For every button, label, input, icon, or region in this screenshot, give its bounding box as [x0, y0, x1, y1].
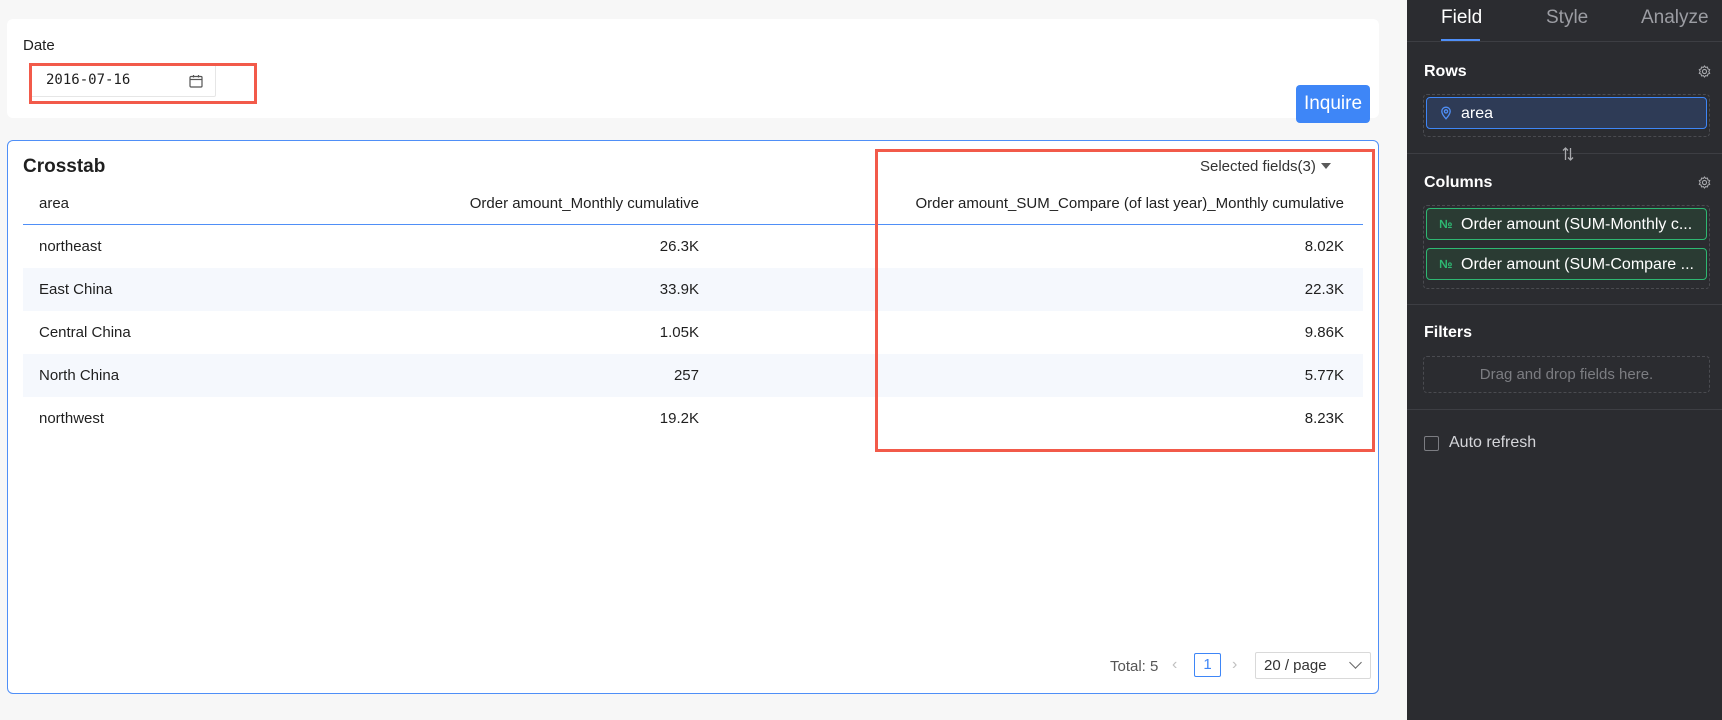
cell-monthly: 257 [673, 367, 699, 384]
cell-monthly: 1.05K [659, 324, 699, 341]
filters-section-title: Filters [1424, 324, 1473, 341]
date-highlight-box [29, 63, 257, 104]
cell-monthly: 33.9K [659, 281, 699, 298]
pagination-total: Total: 5 [1110, 658, 1159, 675]
section-divider [1407, 304, 1722, 305]
field-panel: Field Style Analyze Rows area Columns № … [1407, 0, 1722, 720]
rows-section-title: Rows [1424, 63, 1467, 80]
columns-drop-zone[interactable]: № Order amount (SUM-Monthly c... № Order… [1423, 205, 1710, 289]
filters-drop-zone[interactable]: Drag and drop fields here. [1423, 356, 1710, 393]
columns-field-pill[interactable]: № Order amount (SUM-Compare ... [1426, 248, 1707, 280]
gear-icon[interactable] [1698, 176, 1711, 189]
header-area[interactable]: area [39, 195, 69, 212]
panel-tabs: Field Style Analyze [1407, 0, 1722, 42]
report-canvas: Date 2016-07-16 Inquire Crosstab Selecte… [0, 0, 1407, 720]
columns-field-label: Order amount (SUM-Monthly c... [1461, 216, 1693, 233]
auto-refresh-checkbox[interactable] [1424, 436, 1439, 451]
date-filter-label: Date [23, 37, 55, 54]
swap-rows-columns-icon[interactable] [1561, 146, 1575, 162]
page-size-value: 20 / page [1264, 657, 1327, 674]
chevron-left-icon[interactable]: ‹ [1172, 656, 1177, 674]
cell-area: northeast [39, 238, 102, 255]
rows-drop-zone[interactable]: area [1423, 94, 1710, 137]
crosstab-title: Crosstab [23, 156, 106, 177]
page-size-select[interactable]: 20 / page [1255, 652, 1371, 679]
location-pin-icon [1441, 106, 1451, 120]
cell-area: northwest [39, 410, 105, 427]
columns-field-pill[interactable]: № Order amount (SUM-Monthly c... [1426, 208, 1707, 240]
columns-field-label: Order amount (SUM-Compare ... [1461, 256, 1694, 273]
cell-area: East China [39, 281, 113, 298]
measure-number-icon: № [1439, 217, 1453, 231]
section-divider [1407, 409, 1722, 410]
cell-area: North China [39, 367, 120, 384]
rows-field-label: area [1461, 105, 1494, 122]
rows-field-pill[interactable]: area [1426, 97, 1707, 129]
chevron-down-icon [1349, 656, 1362, 669]
columns-highlight-box [875, 149, 1375, 452]
columns-section-title: Columns [1424, 174, 1493, 191]
tab-field[interactable]: Field [1441, 7, 1482, 29]
inquire-button[interactable]: Inquire [1296, 85, 1370, 123]
active-tab-indicator [1441, 39, 1480, 41]
cell-area: Central China [39, 324, 131, 341]
auto-refresh-label[interactable]: Auto refresh [1449, 434, 1536, 452]
tab-style[interactable]: Style [1546, 7, 1588, 29]
header-monthly-cumulative[interactable]: Order amount_Monthly cumulative [470, 195, 699, 212]
page-number-button[interactable]: 1 [1194, 653, 1221, 677]
cell-monthly: 19.2K [659, 410, 699, 427]
tab-analyze[interactable]: Analyze [1641, 7, 1709, 29]
gear-icon[interactable] [1698, 65, 1711, 78]
measure-number-icon: № [1439, 257, 1453, 271]
cell-monthly: 26.3K [659, 238, 699, 255]
chevron-right-icon[interactable]: › [1232, 656, 1237, 674]
